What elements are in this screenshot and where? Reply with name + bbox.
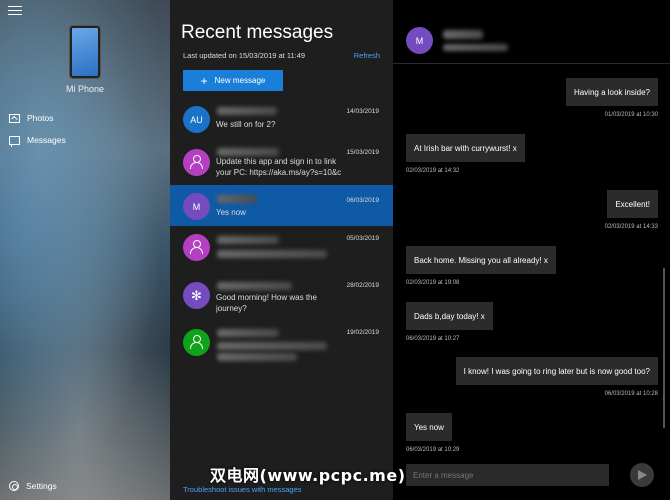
conversation-date: 05/03/2019 bbox=[346, 235, 379, 242]
redacted-preview bbox=[217, 250, 327, 258]
conversation-preview: Yes now bbox=[216, 208, 246, 217]
message-timestamp: 06/03/2019 at 10:27 bbox=[406, 336, 460, 342]
contact-avatar[interactable]: M bbox=[406, 27, 433, 54]
conversation-item[interactable]: 15/03/2019 Update this app and sign in t… bbox=[170, 143, 393, 184]
person-avatar-icon bbox=[183, 149, 210, 176]
conversation-item[interactable]: AU 14/03/2019 We still on for 2? bbox=[170, 98, 393, 139]
conversation-date: 19/02/2019 bbox=[346, 329, 379, 336]
avatar: M bbox=[183, 193, 210, 220]
message-bubble-received[interactable]: Dads b,day today! x bbox=[406, 302, 493, 330]
message-bubble-sent[interactable]: I know! I was going to ring later but is… bbox=[455, 357, 658, 385]
conversation-item[interactable]: M 06/03/2019 Yes now bbox=[170, 185, 393, 226]
message-bubble-sent[interactable]: Excellent! bbox=[607, 190, 658, 218]
person-avatar-icon bbox=[183, 234, 210, 261]
conversation-date: 15/03/2019 bbox=[346, 149, 379, 156]
conversation-item[interactable]: 19/02/2019 bbox=[170, 323, 393, 364]
phone-name: Mi Phone bbox=[65, 84, 105, 94]
conversation-date: 14/03/2019 bbox=[346, 108, 379, 115]
message-bubble-received[interactable]: At Irish bar with currywurst! x bbox=[406, 134, 525, 162]
last-updated-text: Last updated on 15/03/2019 at 11:49 bbox=[183, 51, 306, 60]
conversation-item[interactable]: 05/03/2019 bbox=[170, 228, 393, 269]
redacted-name bbox=[217, 195, 257, 203]
scrollbar[interactable] bbox=[663, 268, 665, 428]
redacted-name bbox=[217, 282, 292, 290]
new-message-label: New message bbox=[214, 76, 266, 85]
refresh-link[interactable]: Refresh bbox=[354, 51, 380, 60]
hamburger-menu-icon[interactable] bbox=[8, 6, 22, 18]
message-timestamp: 01/03/2019 at 10:30 bbox=[604, 112, 658, 118]
redacted-name bbox=[217, 236, 279, 244]
conversation-pane: M Having a look inside? 01/03/2019 at 10… bbox=[393, 0, 670, 500]
gear-icon bbox=[9, 481, 19, 491]
message-timestamp: 02/03/2019 at 14:32 bbox=[406, 168, 460, 174]
redacted-name bbox=[217, 107, 277, 115]
redacted-contact-number bbox=[443, 44, 508, 51]
conversation-preview: We still on for 2? bbox=[216, 120, 276, 129]
message-timestamp: 02/03/2019 at 14:33 bbox=[604, 224, 658, 230]
message-icon bbox=[9, 135, 20, 147]
message-bubble-received[interactable]: Back home. Missing you all already! x bbox=[406, 246, 556, 274]
message-input[interactable] bbox=[406, 464, 609, 486]
nav-item-label: Messages bbox=[27, 135, 66, 145]
send-icon[interactable] bbox=[630, 463, 654, 487]
group-avatar-icon bbox=[183, 282, 210, 309]
photo-icon bbox=[9, 113, 20, 123]
nav-item-settings[interactable]: Settings bbox=[0, 476, 170, 496]
message-timestamp: 02/03/2019 at 19:08 bbox=[406, 280, 460, 286]
nav-item-label: Settings bbox=[26, 481, 57, 491]
message-timestamp: 06/03/2019 at 10:29 bbox=[406, 447, 460, 453]
redacted-preview bbox=[217, 353, 297, 361]
conversation-date: 28/02/2019 bbox=[346, 282, 379, 289]
avatar: AU bbox=[183, 106, 210, 133]
plus-icon: + bbox=[200, 73, 208, 88]
divider bbox=[393, 63, 670, 64]
page-title: Recent messages bbox=[181, 22, 334, 43]
nav-item-messages[interactable]: Messages bbox=[0, 130, 170, 150]
conversation-preview: Update this app and sign in to link your… bbox=[216, 157, 342, 177]
nav-item-label: Photos bbox=[27, 113, 54, 123]
conversation-preview: Good morning! How was the journey? bbox=[216, 293, 317, 313]
new-message-button[interactable]: + New message bbox=[183, 70, 283, 91]
watermark: 双电网(www.pcpc.me) bbox=[210, 466, 406, 485]
redacted-name bbox=[217, 148, 279, 156]
conversation-list-pane: Recent messages Last updated on 15/03/20… bbox=[170, 0, 393, 500]
conversation-item[interactable]: 28/02/2019 Good morning! How was the jou… bbox=[170, 276, 393, 317]
conversation-date: 06/03/2019 bbox=[346, 197, 379, 204]
redacted-name bbox=[217, 329, 279, 337]
person-avatar-icon bbox=[183, 329, 210, 356]
phone-icon bbox=[70, 26, 100, 78]
message-bubble-received[interactable]: Yes now bbox=[406, 413, 452, 441]
nav-item-photos[interactable]: Photos bbox=[0, 108, 170, 128]
left-pane: Mi Phone Photos Messages Settings bbox=[0, 0, 170, 500]
message-bubble-sent[interactable]: Having a look inside? bbox=[565, 78, 658, 106]
message-timestamp: 06/03/2019 at 10:28 bbox=[604, 391, 658, 397]
redacted-contact-name bbox=[443, 30, 483, 39]
troubleshoot-link[interactable]: Troubleshoot issues with messages bbox=[183, 485, 302, 494]
redacted-preview bbox=[217, 342, 327, 350]
